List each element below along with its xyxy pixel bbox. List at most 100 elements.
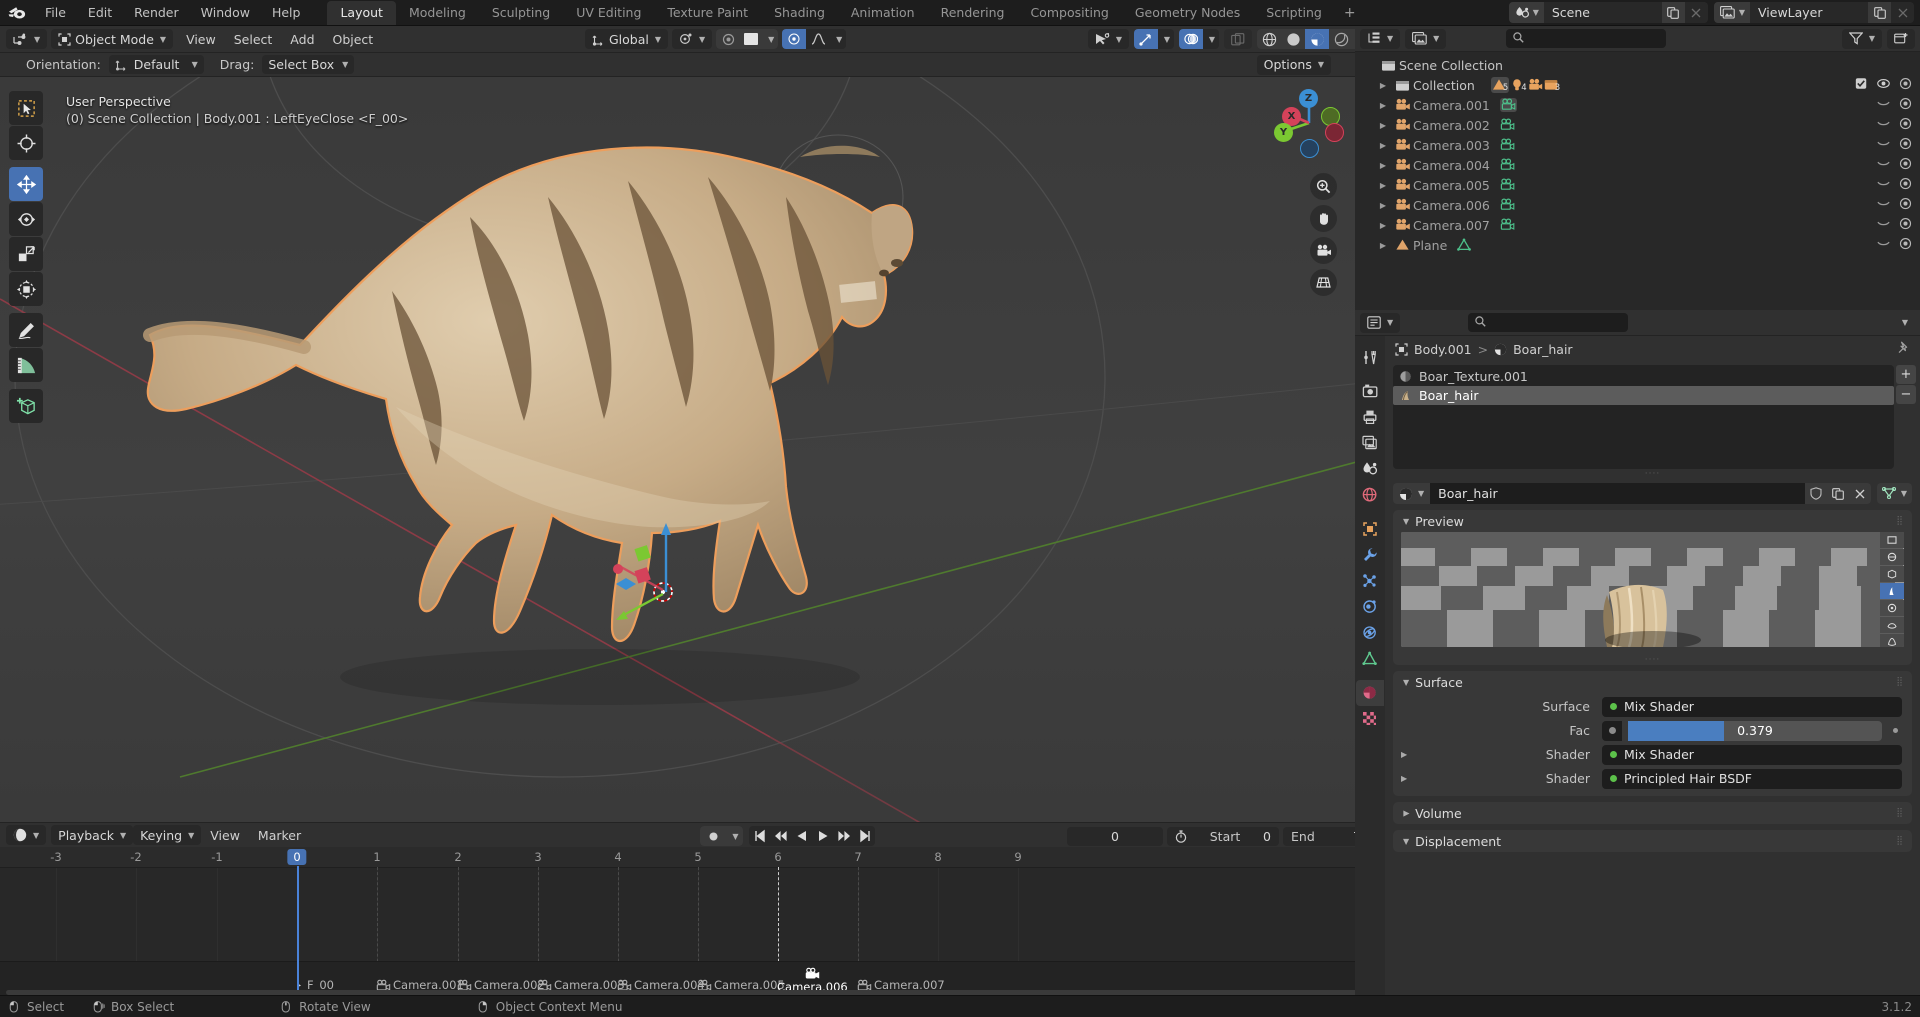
workspace-tab-texture-paint[interactable]: Texture Paint: [654, 1, 761, 25]
cloth-preview-icon[interactable]: [1880, 617, 1904, 633]
falloff-curve-icon[interactable]: [806, 29, 831, 49]
playhead-line[interactable]: [297, 866, 299, 995]
overlays-icon[interactable]: [1179, 29, 1203, 49]
snap-magnet-icon[interactable]: ▼: [672, 29, 713, 49]
gizmo-group[interactable]: ▼: [1134, 29, 1174, 49]
viewport-options-button[interactable]: Options ▼: [1256, 54, 1331, 75]
timeline-editor-icon[interactable]: ▼: [6, 825, 47, 845]
outliner-search-input[interactable]: [1529, 31, 1660, 46]
disclosure-triangle-icon[interactable]: ▶: [1375, 141, 1391, 150]
play-icon[interactable]: [812, 826, 833, 846]
cube-preview-icon[interactable]: [1880, 566, 1904, 582]
object-tab[interactable]: [1356, 516, 1384, 542]
jump-start-icon[interactable]: [749, 826, 770, 846]
gizmo-axis-neg-x[interactable]: [1325, 123, 1344, 142]
properties-search[interactable]: [1468, 313, 1629, 332]
transform-tool[interactable]: [9, 272, 43, 306]
playhead-frame-label[interactable]: 0: [287, 849, 307, 865]
navigation-gizmo[interactable]: Z X Y: [1271, 85, 1347, 161]
render-tab[interactable]: [1356, 378, 1384, 404]
outliner-row[interactable]: ▶ Camera.007: [1355, 215, 1920, 235]
camera-data-icon[interactable]: [1528, 78, 1543, 92]
disclosure-triangle-icon[interactable]: ▶: [1375, 81, 1391, 90]
volume-panel-header[interactable]: ▼ Volume ⣿: [1393, 802, 1912, 824]
workspace-tab-rendering[interactable]: Rendering: [928, 1, 1018, 25]
properties-editor-icon[interactable]: ▼: [1360, 312, 1401, 333]
new-material-copy-icon[interactable]: [1826, 483, 1849, 504]
shading-modes-group[interactable]: ▼: [1257, 29, 1369, 49]
camera-data-green-icon[interactable]: [1500, 178, 1515, 192]
breadcrumb-object-label[interactable]: Body.001: [1414, 342, 1472, 357]
filter-funnel-icon[interactable]: ▼: [1841, 28, 1882, 49]
physics-tab[interactable]: [1356, 594, 1384, 620]
displacement-panel-header[interactable]: ▼ Displacement ⣿: [1393, 830, 1912, 852]
add-material-slot-button[interactable]: +: [1896, 365, 1916, 384]
world-tab[interactable]: [1356, 482, 1384, 508]
outliner-row[interactable]: ▶ Collection 5 4 3: [1355, 75, 1920, 95]
workspace-tab-animation[interactable]: Animation: [838, 1, 928, 25]
shader-link-field[interactable]: Principled Hair BSDF: [1602, 768, 1902, 789]
solid-shading-icon[interactable]: [1281, 29, 1305, 49]
shader-link-field[interactable]: Mix Shader: [1602, 696, 1902, 717]
workspace-tab-shading[interactable]: Shading: [761, 1, 838, 25]
blender-logo-icon[interactable]: [0, 6, 34, 20]
camera-data-green-icon[interactable]: [1500, 218, 1515, 232]
proportional-toggle-icon[interactable]: [782, 29, 807, 49]
unlink-x-icon[interactable]: [1848, 483, 1871, 504]
measure-tool[interactable]: [9, 348, 43, 382]
add-workspace-button[interactable]: +: [1335, 2, 1365, 24]
disclosure-triangle-icon[interactable]: ▶: [1375, 241, 1391, 250]
workspace-tab-modeling[interactable]: Modeling: [396, 1, 479, 25]
timeline-menu-keying[interactable]: Keying ▼: [133, 825, 202, 845]
constraints-tab[interactable]: [1356, 620, 1384, 646]
chevron-down-icon[interactable]: ▼: [1158, 29, 1174, 49]
output-tab[interactable]: [1356, 404, 1384, 430]
viewlayer-name[interactable]: ViewLayer: [1750, 2, 1868, 23]
chevron-down-icon[interactable]: ▼: [1893, 313, 1915, 333]
eye-closed-icon[interactable]: [1877, 157, 1890, 173]
timeline-ruler[interactable]: -3 -2 -1 0 1 2 3 4 5 6 7 8 9: [0, 847, 1375, 868]
sphere-preview-icon[interactable]: [1880, 549, 1904, 565]
outliner-row[interactable]: ▶ Plane: [1355, 235, 1920, 255]
gizmo-axis-neg-z[interactable]: [1300, 139, 1319, 158]
input-socket-icon[interactable]: [1602, 720, 1622, 741]
scene-name[interactable]: Scene: [1543, 2, 1662, 23]
disclosure-triangle-icon[interactable]: ▶: [1375, 101, 1391, 110]
outliner-row[interactable]: ▶ Camera.004: [1355, 155, 1920, 175]
panel-drag-dots[interactable]: ⣿: [1896, 677, 1904, 687]
pan-hand-icon[interactable]: [1310, 205, 1337, 232]
rotate-tool[interactable]: [9, 202, 43, 236]
animate-property-dot[interactable]: [1888, 728, 1902, 733]
material-tab[interactable]: [1356, 680, 1384, 706]
new-copy-icon[interactable]: [1868, 2, 1891, 23]
scale-tool[interactable]: [9, 237, 43, 271]
workspace-tab-layout[interactable]: Layout: [327, 0, 396, 25]
toggle-perspective-icon[interactable]: [1310, 269, 1337, 296]
workspace-tab-geometry-nodes[interactable]: Geometry Nodes: [1122, 1, 1253, 25]
viewlayer-selector[interactable]: ▼ ViewLayer: [1713, 2, 1914, 23]
outliner-row[interactable]: ▶ Camera.006: [1355, 195, 1920, 215]
viewport-menu-view[interactable]: View: [177, 30, 225, 49]
snap-target-color-swatch[interactable]: [740, 29, 763, 49]
eye-closed-icon[interactable]: [1877, 217, 1890, 233]
camera-data-green-icon[interactable]: [1499, 98, 1517, 112]
eye-closed-icon[interactable]: [1877, 97, 1890, 113]
3d-viewport[interactable]: User Perspective (0) Scene Collection | …: [0, 77, 1375, 822]
properties-search-input[interactable]: [1491, 315, 1622, 330]
material-slot-row[interactable]: Boar_Texture.001: [1393, 367, 1894, 386]
drag-dropdown[interactable]: Select Box ▼: [262, 55, 355, 74]
material-slot-row[interactable]: Boar_hair: [1393, 386, 1894, 405]
camera-render-icon[interactable]: [1899, 157, 1912, 173]
top-menu-file[interactable]: File: [34, 2, 77, 23]
material-sphere-icon[interactable]: ▼: [1393, 483, 1431, 504]
viewport-menu-add[interactable]: Add: [281, 30, 323, 49]
timeline-editor[interactable]: -3-2-10123456789 F_00Camera.001Camera.00…: [0, 847, 1375, 995]
camera-render-icon[interactable]: [1899, 117, 1912, 133]
camera-data-green-icon[interactable]: [1500, 118, 1515, 132]
proportional-editing-group[interactable]: ▼: [716, 29, 779, 49]
chevron-down-icon[interactable]: ▼: [1203, 29, 1219, 49]
next-keyframe-icon[interactable]: [833, 826, 854, 846]
scene-selector[interactable]: ▼ Scene: [1508, 2, 1708, 23]
outliner[interactable]: Scene Collection ▶ Collection 5 4 3 ▶ Camera.00…: [1355, 52, 1920, 310]
viewport-menu-object[interactable]: Object: [324, 30, 383, 49]
